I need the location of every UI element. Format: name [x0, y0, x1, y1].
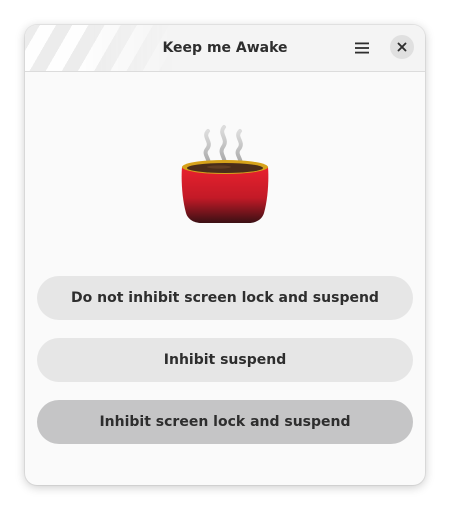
- option-inhibit-suspend-button[interactable]: Inhibit suspend: [37, 338, 413, 382]
- steaming-coffee-cup-icon: [181, 125, 269, 223]
- header-bar[interactable]: Keep me Awake: [25, 25, 425, 72]
- option-inhibit-lock-and-suspend-button[interactable]: Inhibit screen lock and suspend: [37, 400, 413, 444]
- close-button[interactable]: [390, 35, 414, 59]
- app-window: Keep me Awake Do not inhibit screen lock…: [25, 25, 425, 485]
- hamburger-menu-icon: [355, 42, 369, 54]
- main-menu-button[interactable]: [349, 35, 375, 61]
- option-no-inhibit-button[interactable]: Do not inhibit screen lock and suspend: [37, 276, 413, 320]
- close-icon: [397, 42, 407, 52]
